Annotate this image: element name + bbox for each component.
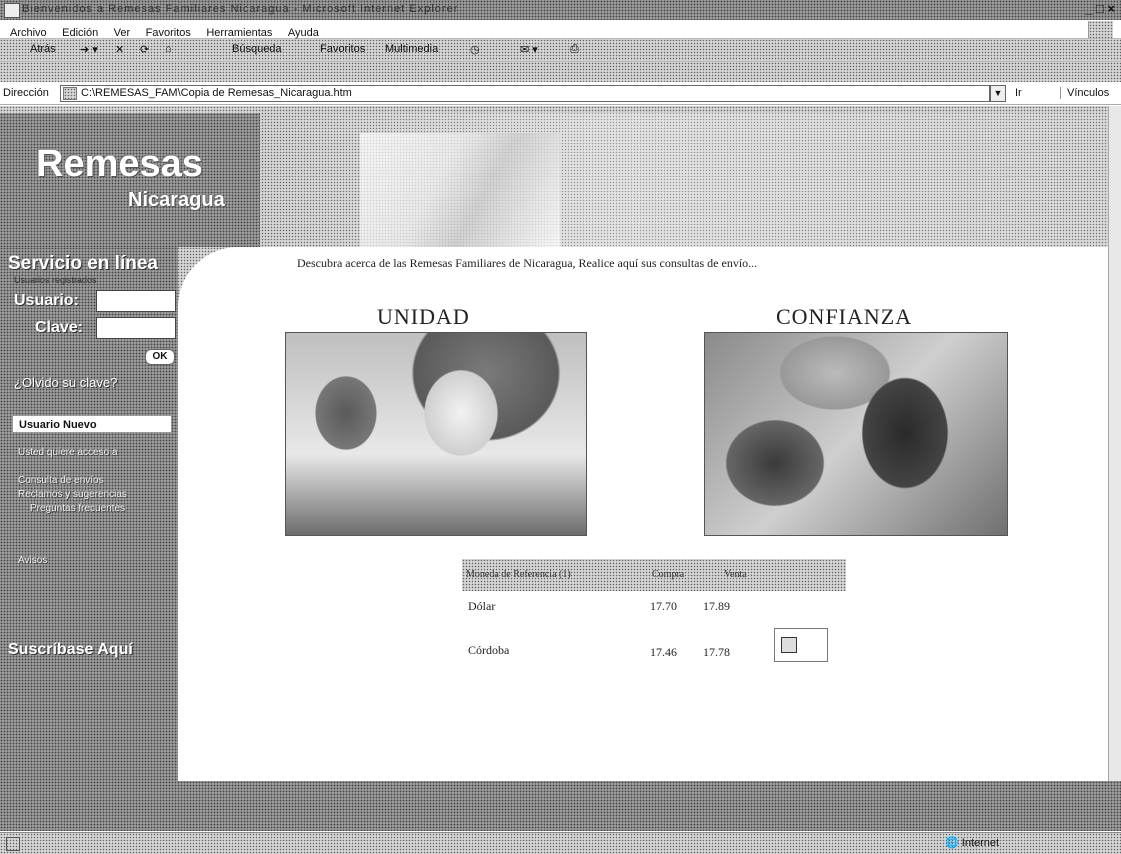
- media-button[interactable]: Multimedia: [385, 43, 438, 55]
- username-label: Usuario:: [14, 292, 79, 309]
- address-label: Dirección: [3, 87, 49, 99]
- back-button[interactable]: Atrás: [30, 43, 56, 55]
- search-button[interactable]: Búsqueda: [232, 43, 282, 55]
- refresh-icon[interactable]: ⟳: [140, 43, 149, 56]
- page-status-icon: [6, 837, 20, 851]
- zone-label: Internet: [961, 837, 1000, 849]
- tagline: Descubra acerca de las Remesas Familiare…: [297, 256, 758, 270]
- banner: Remesas Nicaragua: [0, 113, 1121, 247]
- broken-image-icon[interactable]: [774, 628, 828, 662]
- ie-app-icon: [4, 3, 20, 18]
- service-subtitle: Usuarios registrados: [14, 275, 97, 285]
- header-currency: Moneda de Referencia (1): [466, 569, 571, 580]
- row-sell: 17.78: [703, 645, 730, 659]
- header-buy: Compra: [652, 569, 685, 580]
- forgot-password-link[interactable]: ¿Olvido su clave?: [14, 375, 117, 390]
- home-icon[interactable]: ⌂: [165, 43, 172, 55]
- print-icon[interactable]: ⎙: [570, 43, 579, 56]
- sidebar-link-avisos[interactable]: Avisos: [18, 555, 47, 566]
- standard-toolbar: Atrás ➔ ▾ ✕ ⟳ ⌂ Búsqueda Favoritos Multi…: [0, 39, 1121, 62]
- menu-ver[interactable]: Ver: [114, 27, 131, 39]
- header-sell: Venta: [724, 569, 747, 580]
- subscribe-link[interactable]: Suscríbase Aquí: [8, 641, 133, 659]
- go-button[interactable]: Ir: [1015, 87, 1022, 99]
- history-icon[interactable]: ◷: [470, 43, 480, 56]
- brand-subtitle: Nicaragua: [128, 189, 225, 211]
- row-sell: 17.89: [703, 599, 730, 613]
- stop-icon[interactable]: ✕: [115, 43, 124, 56]
- window-controls[interactable]: _ □ ×: [1085, 1, 1115, 16]
- sidebar-link-preguntas[interactable]: Preguntas frecuentes: [30, 503, 125, 514]
- password-label: Clave:: [35, 319, 84, 336]
- page-footer-band: [0, 781, 1121, 831]
- sidebar-link-access[interactable]: Usted quiere acceso a: [18, 447, 118, 458]
- menu-herramientas[interactable]: Herramientas: [206, 27, 272, 39]
- row-currency: Dólar: [468, 599, 496, 613]
- new-user-button[interactable]: Usuario Nuevo: [12, 415, 172, 433]
- menu-archivo[interactable]: Archivo: [10, 27, 47, 39]
- sidebar: Servicio en línea Usuarios registrados U…: [0, 247, 178, 781]
- favorites-button[interactable]: Favoritos: [320, 43, 365, 55]
- address-bar: Dirección C:\REMESAS_FAM\Copia de Remesa…: [0, 83, 1121, 105]
- status-bar: 🌐 Internet: [0, 832, 1121, 854]
- forward-button[interactable]: ➔ ▾: [80, 43, 98, 56]
- internet-zone: 🌐 Internet: [945, 837, 1000, 849]
- table-header: Moneda de Referencia (1) Compra Venta: [462, 559, 846, 591]
- vertical-scrollbar[interactable]: [1108, 106, 1121, 781]
- confianza-photo: [704, 332, 1008, 536]
- links-button[interactable]: Vínculos: [1060, 87, 1109, 99]
- username-input[interactable]: [96, 290, 176, 312]
- service-title: Servicio en línea: [8, 253, 158, 274]
- windows-logo-icon: [1088, 21, 1113, 38]
- banner-photo: [360, 133, 560, 247]
- confianza-title: CONFIANZA: [776, 304, 913, 329]
- address-input[interactable]: C:\REMESAS_FAM\Copia de Remesas_Nicaragu…: [60, 85, 990, 102]
- unidad-photo: [285, 332, 587, 536]
- address-url: C:\REMESAS_FAM\Copia de Remesas_Nicaragu…: [81, 87, 352, 99]
- page-icon: [63, 87, 77, 100]
- password-input[interactable]: [96, 317, 176, 339]
- row-currency: Córdoba: [468, 643, 510, 657]
- address-dropdown-icon[interactable]: ▼: [990, 85, 1006, 102]
- sidebar-link-consulta[interactable]: Consulta de envíos: [18, 475, 104, 486]
- row-buy: 17.46: [650, 645, 677, 659]
- row-buy: 17.70: [650, 599, 677, 613]
- menu-favoritos[interactable]: Favoritos: [146, 27, 191, 39]
- toolbar-band: [0, 62, 1121, 82]
- menu-bar: Archivo Edición Ver Favoritos Herramient…: [0, 21, 1121, 39]
- window-title: Bienvenidos a Remesas Familiares Nicarag…: [22, 3, 459, 15]
- menu-ayuda[interactable]: Ayuda: [288, 27, 319, 39]
- login-ok-button[interactable]: OK: [145, 349, 175, 365]
- unidad-title: UNIDAD: [377, 304, 470, 329]
- mail-icon[interactable]: ✉ ▾: [520, 43, 538, 56]
- sidebar-link-reclamos[interactable]: Reclamos y sugerencias: [18, 489, 127, 500]
- menu-edicion[interactable]: Edición: [62, 27, 98, 39]
- window-titlebar: Bienvenidos a Remesas Familiares Nicarag…: [0, 0, 1121, 20]
- brand-title: Remesas: [36, 143, 203, 185]
